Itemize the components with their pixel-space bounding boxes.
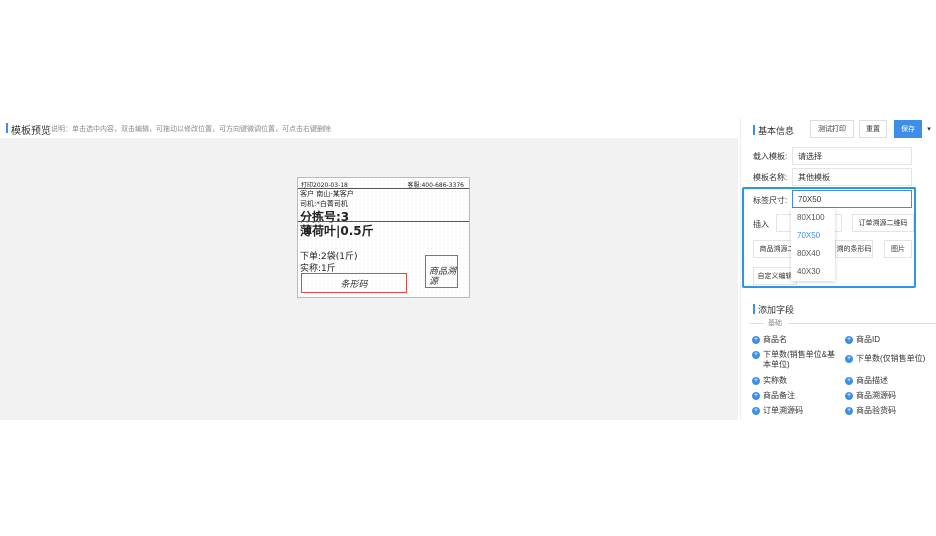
field-order-qty-sale-base[interactable]: + 下单数(销售单位&基本单位) [752,350,842,370]
test-print-button[interactable]: 测试打印 [810,120,854,138]
divider-line-right [788,323,936,324]
label-template-sheet[interactable]: 打印2020-03-18 客服:400-686-3376 客户 南山-某客户 司… [297,177,470,298]
add-plus-icon: + [845,355,853,363]
field-product-id[interactable]: + 商品ID [845,335,880,345]
trace-line-1: 商品溯 [429,267,457,277]
size-option-80x40[interactable]: 80X40 [791,244,835,262]
field-label: 商品名 [763,335,787,344]
preview-title: 模板预览 [11,126,51,137]
save-button[interactable]: 保存 [894,120,922,138]
add-plus-icon: + [752,336,760,344]
field-actual-qty[interactable]: + 实称数 [752,376,787,386]
field-order-qty-sale-only[interactable]: + 下单数(仅销售单位) [845,354,925,364]
add-plus-icon: + [752,377,760,385]
add-plus-icon: + [845,392,853,400]
field-label: 下单数(仅销售单位) [856,354,926,363]
label-customer[interactable]: 客户 南山-某客户 [300,189,354,199]
preview-header: 模板预览 说明：单击选中内容，双击编辑，可拖动以修改位置，可方向键微调位置，可点… [0,118,738,138]
field-label: 商品描述 [856,376,888,385]
basic-group-label: 基础 [768,320,782,327]
add-plus-icon: + [752,407,760,415]
size-option-40x30[interactable]: 40X30 [791,262,835,280]
add-plus-icon: + [752,392,760,400]
label-trace-qr-placeholder[interactable]: 商品溯 源 [425,255,458,288]
size-option-70x50[interactable]: 70X50 [791,226,835,244]
field-product-name[interactable]: + 商品名 [752,335,787,345]
trace-line-2: 源 [429,277,439,287]
preview-description: 说明：单击选中内容，双击编辑，可拖动以修改位置，可方向键微调位置，可点击右键删除 [51,126,331,133]
template-name-input[interactable]: 其他模板 [792,168,912,186]
field-label: 商品备注 [763,391,795,400]
add-plus-icon: + [752,351,760,359]
label-product[interactable]: 薄荷叶|0.5斤 [300,222,374,239]
basic-info-title: 基本信息 [752,125,795,136]
field-product-remark[interactable]: + 商品备注 [752,391,795,401]
divider-line-left [750,323,764,324]
label-size-dropdown[interactable]: 80X100 70X50 80X40 40X30 [791,208,835,281]
field-label: 商品ID [856,335,880,344]
field-label: 下单数(销售单位&基本单位) [763,350,835,369]
load-template-label: 载入模板: [753,152,788,161]
add-field-title: 添加字段 [752,304,795,315]
size-option-80x100[interactable]: 80X100 [791,208,835,226]
field-product-check-code[interactable]: + 商品验货码 [845,406,896,416]
field-order-trace-code[interactable]: + 订单溯源码 [752,406,803,416]
field-product-desc[interactable]: + 商品描述 [845,376,888,386]
field-label: 实称数 [763,376,787,385]
reset-button[interactable]: 重置 [859,120,887,138]
field-product-trace-code[interactable]: + 商品溯源码 [845,391,896,401]
add-plus-icon: + [845,377,853,385]
field-label: 商品溯源码 [856,391,896,400]
field-label: 商品验货码 [856,406,896,415]
basic-group-divider: 基础 [750,318,936,328]
field-label: 订单溯源码 [763,406,803,415]
label-barcode-placeholder[interactable]: 条形码 [301,273,407,293]
save-dropdown-caret-icon[interactable]: ▾ [923,120,935,138]
add-plus-icon: + [845,336,853,344]
load-template-select[interactable]: 请选择 [792,147,912,165]
title-accent-bar [6,123,8,133]
template-name-label: 模板名称: [753,173,788,182]
add-plus-icon: + [845,407,853,415]
